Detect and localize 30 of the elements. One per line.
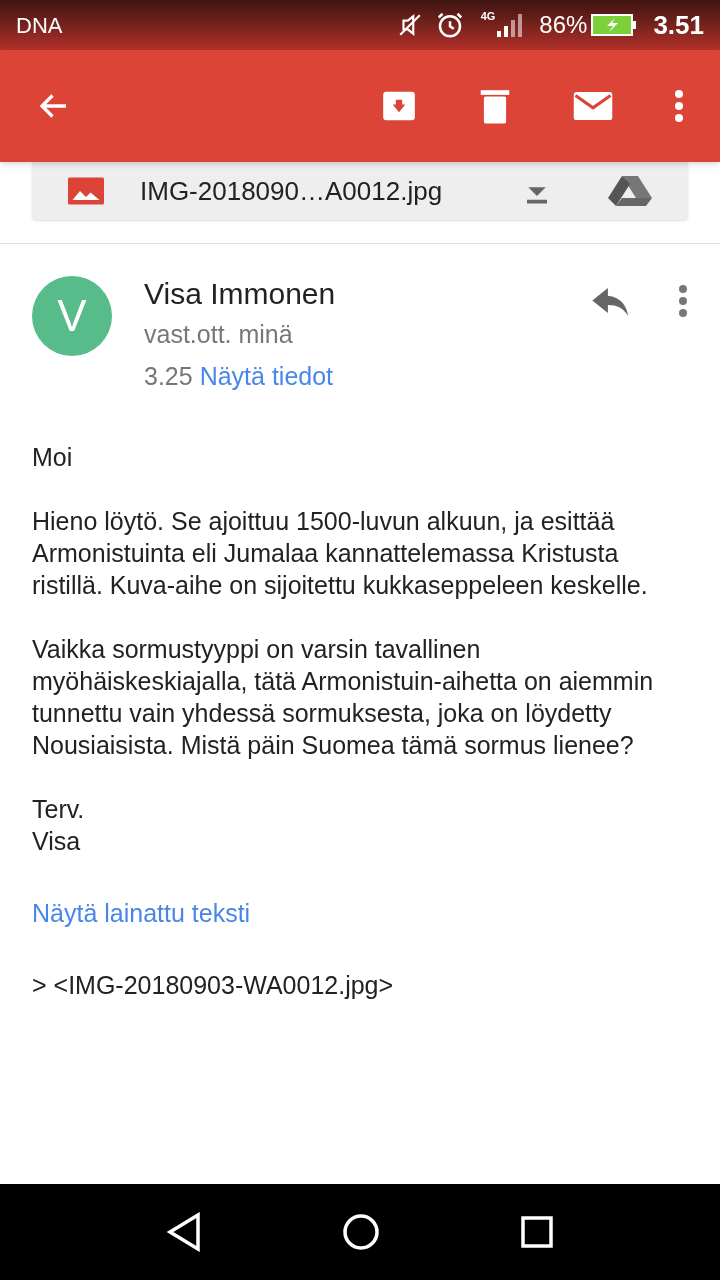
drive-icon[interactable] <box>608 176 652 206</box>
show-quoted-text-link[interactable]: Näytä lainattu teksti <box>32 897 688 929</box>
more-icon[interactable] <box>674 89 684 123</box>
message-paragraph: Vaikka sormustyyppi on varsin tavallinen myöhäiskeskiajalla, tätä Armonistuin-aihetta on aiemmin tunnettu vain yhdessä sormuksesta, joka on löydetty Nousiaisista. Mistä päin Suomea tämä sormus lienee? <box>32 634 655 761</box>
trash-icon[interactable] <box>478 87 512 125</box>
mail-icon[interactable] <box>572 89 614 123</box>
network-type: 4G <box>480 9 496 24</box>
battery-percent: 86% <box>539 10 588 40</box>
recipient-line: vast.ott. minä <box>144 319 294 350</box>
more-icon[interactable] <box>678 284 688 318</box>
avatar: V <box>32 276 112 356</box>
signature-line: Terv. <box>32 794 86 825</box>
home-circle-icon[interactable] <box>342 1213 380 1251</box>
message-paragraph: Moi <box>32 442 74 473</box>
message-time: 3.25 <box>144 361 193 390</box>
signature-line: Visa <box>32 826 82 857</box>
recents-square-icon[interactable] <box>520 1215 554 1249</box>
image-icon <box>68 177 104 205</box>
reply-icon[interactable] <box>592 288 630 316</box>
carrier-name: DNA <box>16 11 63 40</box>
message-paragraph: Hieno löytö. Se ajoittuu 1500-luvun alkuun, ja esittää Armonistuinta eli Jumalaa kannattelemassa Kristusta ristillä. Kuva-aihe on sijoitettu kukkaseppeleen keskelle. <box>32 506 649 601</box>
quoted-text: > <IMG-20180903-WA0012.jpg> <box>32 970 395 1001</box>
attachment-card[interactable]: IMG-2018090…A0012.jpg <box>32 162 688 220</box>
back-triangle-icon[interactable] <box>166 1212 202 1252</box>
show-details-link[interactable]: Näytä tiedot <box>199 361 334 390</box>
battery-icon <box>591 13 638 37</box>
signal-icon <box>495 13 524 37</box>
sender-name: Visa Immonen <box>144 276 337 312</box>
attachment-filename: IMG-2018090…A0012.jpg <box>140 174 443 208</box>
clock: 3.51 <box>653 8 704 42</box>
